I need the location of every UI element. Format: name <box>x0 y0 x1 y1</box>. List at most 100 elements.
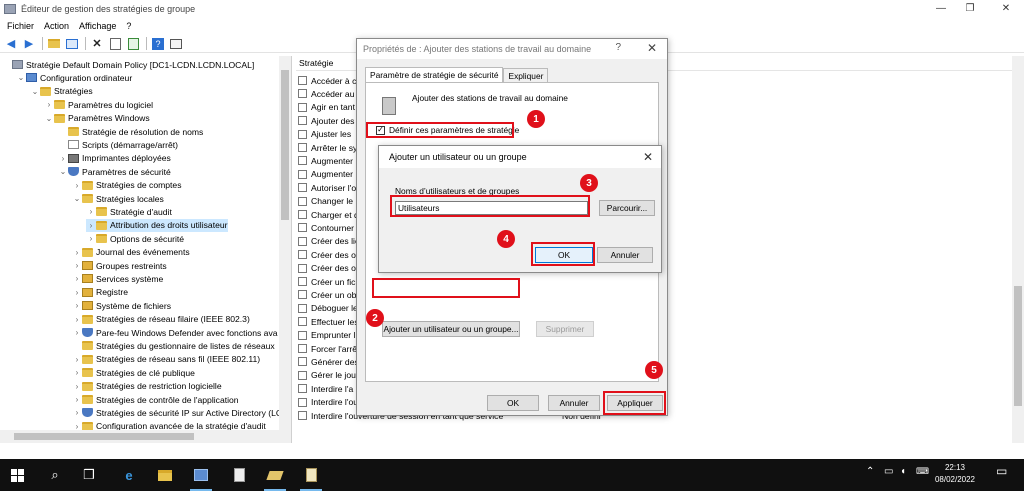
tree-item[interactable]: ⌄ Stratégies locales <box>72 192 164 205</box>
console-icon[interactable] <box>168 36 184 52</box>
chevron-right-icon[interactable]: › <box>72 395 82 404</box>
tree-item[interactable]: › Stratégies de réseau sans fil (IEEE 802… <box>72 353 261 366</box>
policy-row[interactable]: Créer des ol <box>296 248 358 261</box>
task-view-icon[interactable]: ❒ <box>72 459 106 491</box>
chevron-down-icon[interactable]: ⌄ <box>44 114 54 123</box>
show-hidden-icons-icon[interactable]: ⌃ <box>866 466 874 477</box>
tree-item[interactable]: › Paramètres du logiciel <box>44 98 153 111</box>
export-icon[interactable] <box>125 36 141 52</box>
menu-help[interactable]: ? <box>122 21 137 31</box>
chevron-down-icon[interactable]: ⌄ <box>30 87 40 96</box>
tree-item[interactable]: › Stratégies de restriction logicielle <box>72 380 222 393</box>
taskbar-clock[interactable]: 22:13 08/02/2022 <box>930 462 980 486</box>
chevron-right-icon[interactable]: › <box>72 274 82 283</box>
policy-row[interactable]: Déboguer le <box>296 302 358 315</box>
tree-item[interactable]: ⌄ Paramètres Windows <box>44 112 150 125</box>
forward-arrow-icon[interactable]: ▶ <box>21 36 37 52</box>
file-explorer-icon[interactable] <box>148 459 182 491</box>
chevron-right-icon[interactable]: › <box>72 315 82 324</box>
tree-item[interactable]: › Stratégies de comptes <box>72 179 182 192</box>
add-dialog-close-button[interactable]: ✕ <box>643 150 653 164</box>
policy-row[interactable]: Interdire l'a <box>296 382 353 395</box>
chevron-right-icon[interactable]: › <box>72 288 82 297</box>
gpo-editor-icon[interactable] <box>294 459 328 491</box>
edge-icon[interactable]: e <box>112 459 146 491</box>
chevron-right-icon[interactable]: › <box>72 181 82 190</box>
policy-row[interactable]: Créer un ob <box>296 288 356 301</box>
chevron-right-icon[interactable]: › <box>72 355 82 364</box>
tab-explain[interactable]: Expliquer <box>503 68 549 82</box>
help-icon[interactable]: ? <box>150 36 166 52</box>
chevron-right-icon[interactable]: › <box>72 248 82 257</box>
chevron-right-icon[interactable]: › <box>72 261 82 270</box>
tree-item[interactable]: ⌄ Stratégies <box>30 85 93 98</box>
ok-button[interactable]: OK <box>487 395 539 411</box>
maximize-button[interactable]: ❐ <box>954 0 986 17</box>
tree-item[interactable]: Stratégies du gestionnaire de listes de … <box>72 339 275 352</box>
add-dialog-cancel-button[interactable]: Annuler <box>597 247 653 263</box>
speaker-icon[interactable]: ◖ <box>900 466 906 477</box>
server-manager-icon[interactable] <box>184 459 218 491</box>
back-arrow-icon[interactable]: ◀ <box>3 36 19 52</box>
tree-item[interactable]: Scripts (démarrage/arrêt) <box>58 138 178 151</box>
notepad-icon[interactable] <box>222 459 256 491</box>
chevron-right-icon[interactable]: › <box>72 408 82 417</box>
dialog-close-button[interactable]: ✕ <box>647 41 657 55</box>
tree-item[interactable]: › Stratégies de réseau filaire (IEEE 802.… <box>72 313 250 326</box>
policy-row[interactable]: Emprunter l <box>296 329 355 342</box>
search-icon[interactable]: ⌕ <box>38 459 72 491</box>
list-vertical-scrollbar[interactable] <box>1012 56 1024 443</box>
tab-security-policy-setting[interactable]: Paramètre de stratégie de sécurité <box>365 67 504 82</box>
chevron-right-icon[interactable]: › <box>72 301 82 310</box>
chevron-right-icon[interactable]: › <box>86 221 96 230</box>
tree-item[interactable]: › Stratégies de clé publique <box>72 366 195 379</box>
browse-button[interactable]: Parcourir... <box>599 200 655 216</box>
menu-action[interactable]: Action <box>40 21 75 31</box>
policy-row[interactable]: Accéder au <box>296 87 354 100</box>
remove-button[interactable]: Supprimer <box>536 321 594 337</box>
tree-item[interactable]: › Imprimantes déployées <box>58 152 171 165</box>
chevron-down-icon[interactable]: ⌄ <box>72 194 82 203</box>
policy-row[interactable]: Créer des lie <box>296 235 360 248</box>
close-window-button[interactable]: ✕ <box>990 0 1022 17</box>
tree-vertical-scrollbar[interactable] <box>279 56 291 430</box>
menu-fichier[interactable]: Fichier <box>3 21 40 31</box>
properties-icon[interactable] <box>107 36 123 52</box>
minimize-button[interactable]: — <box>925 0 957 17</box>
tree-item[interactable]: › Stratégies de contrôle de l'application <box>72 393 239 406</box>
policy-row[interactable]: Autoriser l'o <box>296 181 356 194</box>
tree-item[interactable]: › Journal des événements <box>72 246 190 259</box>
policy-row[interactable]: Forcer l'arrê <box>296 342 357 355</box>
windows-start-icon[interactable] <box>0 459 34 491</box>
chevron-right-icon[interactable]: › <box>58 154 68 163</box>
tree-item[interactable]: › Pare-feu Windows Defender avec fonction… <box>72 326 278 339</box>
tree-item[interactable]: Stratégie de résolution de noms <box>58 125 203 138</box>
policy-row[interactable]: Générer des <box>296 355 359 368</box>
chevron-right-icon[interactable]: › <box>44 100 54 109</box>
chevron-right-icon[interactable]: › <box>86 234 96 243</box>
network-icon[interactable]: ▭ <box>884 466 893 477</box>
policy-row[interactable]: Effectuer les <box>296 315 359 328</box>
tree-item[interactable]: ⌄ Paramètres de sécurité <box>58 165 171 178</box>
policy-row[interactable]: Augmenter <box>296 154 353 167</box>
gpmc-icon[interactable] <box>258 459 292 491</box>
chevron-right-icon[interactable]: › <box>72 382 82 391</box>
chevron-right-icon[interactable]: › <box>72 328 82 337</box>
policy-row[interactable]: Charger et d <box>296 208 359 221</box>
delete-icon[interactable]: ✕ <box>89 36 105 52</box>
chevron-right-icon[interactable]: › <box>86 207 96 216</box>
policy-row[interactable]: Arrêter le sy <box>296 141 357 154</box>
tree-item[interactable]: › Système de fichiers <box>72 299 171 312</box>
policy-row[interactable]: Changer le <box>296 195 353 208</box>
tree-item[interactable]: › Groupes restreints <box>72 259 167 272</box>
input-language-icon[interactable]: ⌨ <box>916 466 929 477</box>
tree-item[interactable]: › Services système <box>72 272 164 285</box>
policy-row[interactable]: Agir en tant <box>296 101 355 114</box>
menu-affichage[interactable]: Affichage <box>75 21 122 31</box>
policy-row[interactable]: Gérer le jou <box>296 369 356 382</box>
policy-row[interactable]: Contourner <box>296 221 354 234</box>
show-hide-tree-icon[interactable] <box>64 36 80 52</box>
notifications-icon[interactable]: ▭ <box>996 464 1007 478</box>
add-user-or-group-button[interactable]: Ajouter un utilisateur ou un groupe... <box>382 321 520 337</box>
policy-row[interactable]: Créer un fic <box>296 275 355 288</box>
